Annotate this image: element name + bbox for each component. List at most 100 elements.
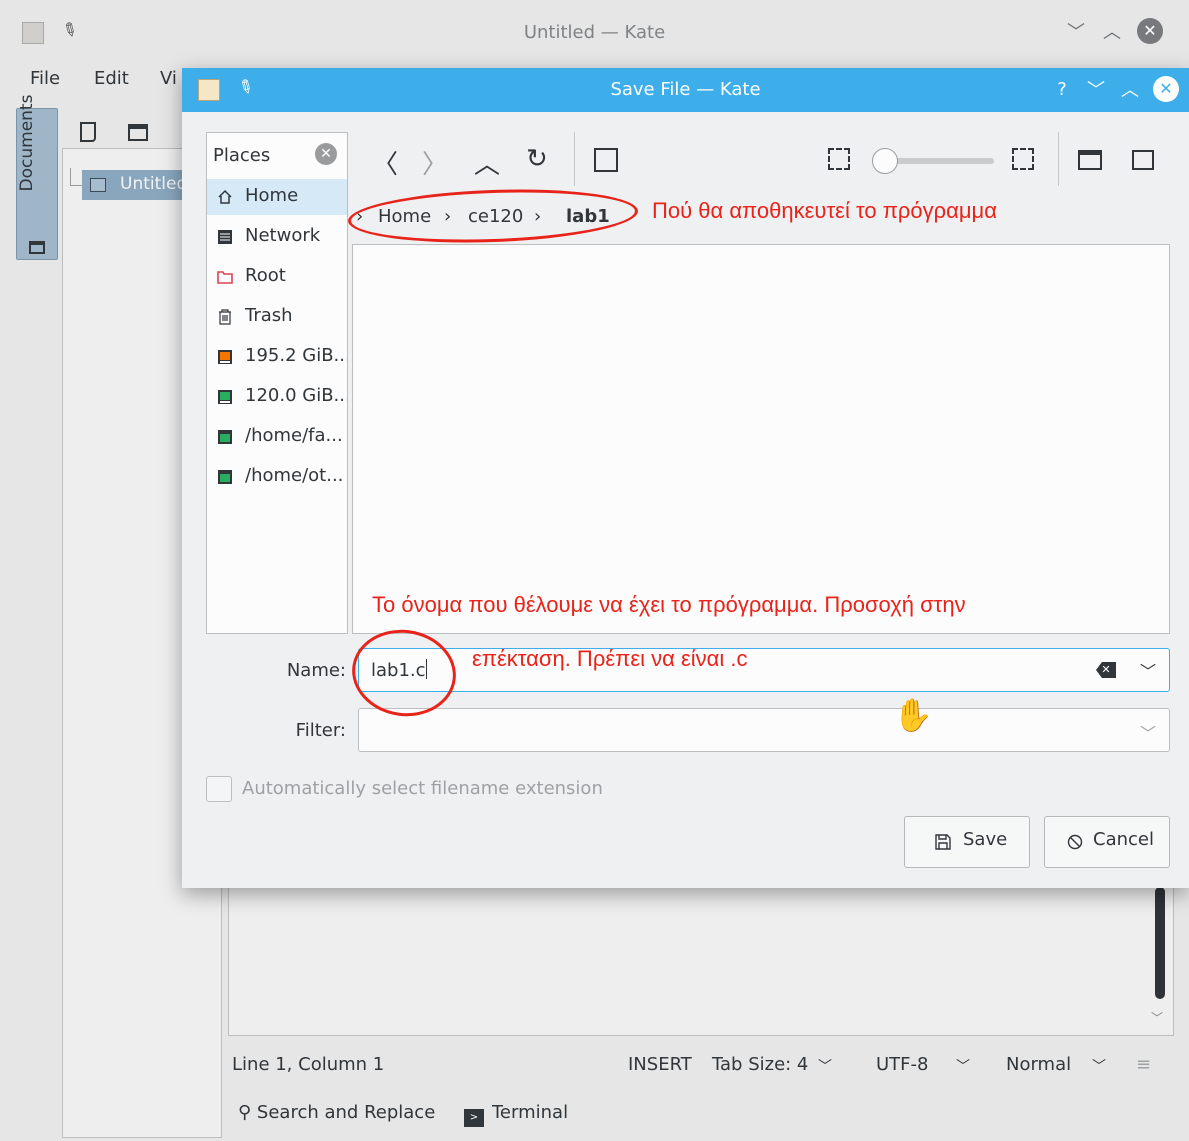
root-folder-icon <box>217 271 233 284</box>
minimize-icon[interactable]: ﹀ <box>1085 76 1107 102</box>
back-button[interactable]: 〈 <box>372 144 398 181</box>
save-label: Save <box>963 829 1008 850</box>
close-icon[interactable]: ✕ <box>1137 18 1163 44</box>
filter-label: Filter: <box>295 720 346 741</box>
place-label: 120.0 GiB... <box>245 385 347 406</box>
terminal-label: Terminal <box>492 1102 569 1123</box>
save-icon <box>935 834 951 850</box>
documents-side-tab[interactable]: Documents <box>16 95 58 260</box>
new-folder-icon[interactable] <box>1078 150 1102 170</box>
zoom-out-icon[interactable] <box>828 148 850 170</box>
forward-button[interactable]: 〉 <box>422 144 448 181</box>
syntax-mode[interactable]: Normal <box>1006 1054 1071 1075</box>
file-view[interactable] <box>352 244 1170 634</box>
save-button[interactable]: Save <box>904 816 1030 868</box>
minimize-icon[interactable]: ﹀ <box>1065 18 1087 44</box>
dialog-window-controls: ? ﹀ ︿ ✕ <box>1051 76 1179 102</box>
input-mode[interactable]: INSERT <box>628 1054 692 1075</box>
view-options-icon[interactable] <box>1132 150 1154 170</box>
dialog-title: Save File — Kate <box>610 79 761 100</box>
place-home-fa[interactable]: /home/fa... <box>207 419 347 455</box>
maximize-icon[interactable]: ︿ <box>1101 18 1123 44</box>
auto-extension-label: Automatically select filename extension <box>242 778 603 799</box>
place-label: Trash <box>245 305 293 326</box>
terminal-button[interactable]: > Terminal <box>464 1102 568 1127</box>
scrollbar-thumb[interactable] <box>1155 887 1165 999</box>
place-label: /home/fa... <box>245 425 343 446</box>
terminal-icon: > <box>464 1109 484 1127</box>
place-drive-195[interactable]: 195.2 GiB... <box>207 339 347 375</box>
chevron-down-icon[interactable]: ﹀ <box>1140 658 1156 682</box>
place-drive-120[interactable]: 120.0 GiB... <box>207 379 347 415</box>
close-icon[interactable]: ✕ <box>1153 76 1179 102</box>
toolbar-separator <box>1058 132 1059 186</box>
menu-view[interactable]: Vi <box>160 68 177 89</box>
annotation-name-note-1: Το όνομα που θέλουμε να έχει το πρόγραμμ… <box>372 592 966 617</box>
zoom-in-icon[interactable] <box>1012 148 1034 170</box>
open-folder-icon[interactable] <box>128 124 148 141</box>
reload-button[interactable]: ↻ <box>526 144 548 174</box>
place-label: Home <box>245 185 299 206</box>
save-file-dialog: ✎ Save File — Kate ? ﹀ ︿ ✕ Places ✕ Home… <box>182 68 1189 888</box>
place-label: Root <box>245 265 286 286</box>
places-panel: Places ✕ Home Network Root Trash 195.2 G… <box>206 132 348 634</box>
place-home[interactable]: Home <box>207 179 347 215</box>
cursor-position[interactable]: Line 1, Column 1 <box>232 1054 384 1075</box>
bottom-toolbar: ⚲ Search and Replace > Terminal <box>228 1098 1174 1134</box>
menu-edit[interactable]: Edit <box>94 68 129 89</box>
tree-connector <box>70 168 82 186</box>
place-trash[interactable]: Trash <box>207 299 347 335</box>
places-header: Places <box>213 145 271 166</box>
place-network[interactable]: Network <box>207 219 347 255</box>
editor-scrollbar[interactable]: ﹀ <box>1151 887 1167 1025</box>
help-icon[interactable]: ? <box>1051 79 1073 100</box>
preview-image-icon[interactable] <box>594 148 618 172</box>
drive-icon <box>218 470 232 484</box>
zoom-slider[interactable] <box>872 146 998 176</box>
place-home-ot[interactable]: /home/ot... <box>207 459 347 495</box>
annotation-location-note: Πού θα αποθηκευτεί το πρόγραμμα <box>652 198 997 223</box>
annotation-name-note-2: επέκταση. Πρέπει να είναι .c <box>472 646 748 671</box>
drive-icon <box>218 390 232 404</box>
cancel-button[interactable]: Cancel <box>1044 816 1170 868</box>
cancel-label: Cancel <box>1093 829 1154 850</box>
search-replace-button[interactable]: ⚲ Search and Replace <box>238 1102 435 1123</box>
slider-handle[interactable] <box>872 148 898 174</box>
document-name: Untitled <box>120 174 188 194</box>
home-icon <box>218 189 232 204</box>
editor-area[interactable]: ﹀ <box>228 886 1174 1036</box>
folder-icon <box>29 241 45 254</box>
drive-icon <box>218 350 232 364</box>
trash-icon <box>219 309 231 325</box>
chevron-down-icon[interactable]: ﹀ <box>956 1056 970 1076</box>
hand-cursor-icon: ✋ <box>893 696 933 734</box>
documents-tab-label: Documents <box>17 94 37 192</box>
toolbar-separator <box>574 132 575 186</box>
menu-lines-icon[interactable]: ≡ <box>1136 1054 1151 1075</box>
search-icon: ⚲ <box>238 1102 252 1123</box>
kate-window-title: Untitled — Kate <box>523 22 666 43</box>
auto-extension-checkbox[interactable] <box>206 776 232 802</box>
chevron-down-icon[interactable]: ﹀ <box>1140 720 1156 744</box>
place-label: /home/ot... <box>245 465 344 486</box>
kate-titlebar: ✎ Untitled — Kate ﹀ ︿ ✕ <box>0 0 1189 62</box>
kate-statusbar: Line 1, Column 1 INSERT Tab Size: 4 ﹀ UT… <box>228 1048 1174 1084</box>
maximize-icon[interactable]: ︿ <box>1119 76 1141 102</box>
search-replace-label: Search and Replace <box>256 1102 436 1123</box>
up-button[interactable]: ︿ <box>474 144 500 181</box>
filter-select[interactable] <box>358 708 1170 752</box>
tab-size[interactable]: Tab Size: 4 <box>712 1054 808 1075</box>
chevron-down-icon[interactable]: ﹀ <box>1092 1056 1106 1076</box>
document-icon <box>90 178 106 192</box>
dialog-titlebar: ✎ Save File — Kate ? ﹀ ︿ ✕ <box>182 68 1189 112</box>
place-label: Network <box>245 225 321 246</box>
close-places-icon[interactable]: ✕ <box>315 143 337 165</box>
place-root[interactable]: Root <box>207 259 347 295</box>
drive-icon <box>218 430 232 444</box>
cancel-icon <box>1067 834 1083 850</box>
scroll-down-icon[interactable]: ﹀ <box>1151 1009 1163 1026</box>
encoding[interactable]: UTF-8 <box>876 1054 928 1075</box>
new-document-icon[interactable] <box>80 122 96 142</box>
kate-window-controls: ﹀ ︿ ✕ <box>1065 18 1163 44</box>
chevron-down-icon[interactable]: ﹀ <box>818 1056 832 1076</box>
